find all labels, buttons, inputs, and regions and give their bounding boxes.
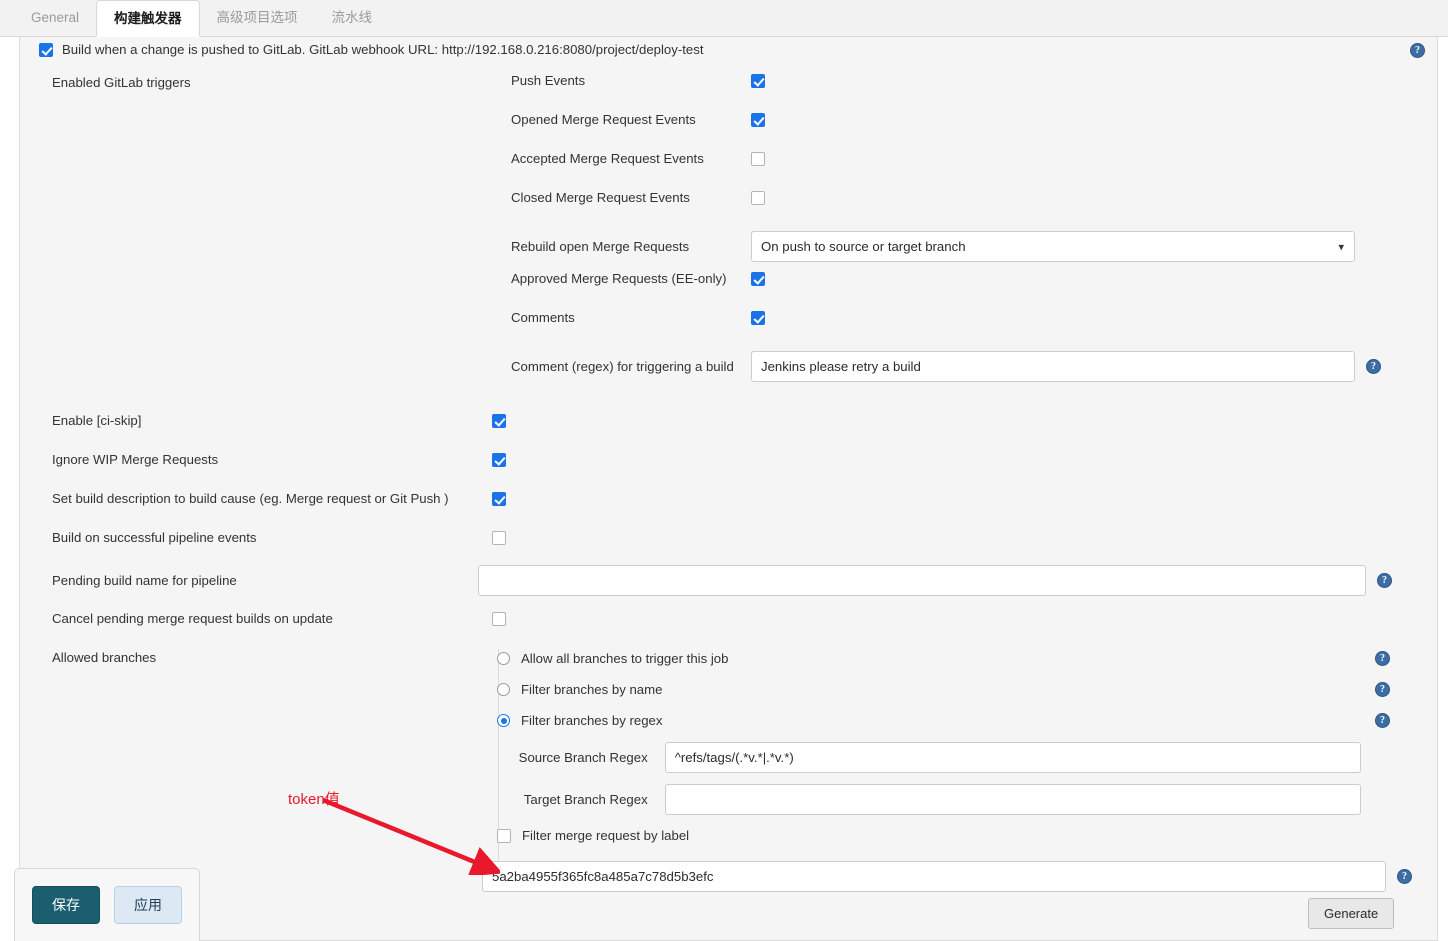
approved-mr-row: Approved Merge Requests (EE-only) [511, 271, 811, 286]
help-icon-comment-regex[interactable]: ? [1366, 359, 1381, 374]
gitlab-trigger-checkbox[interactable] [39, 42, 53, 57]
option-label-build-description: Set build description to build cause (eg… [52, 491, 449, 506]
generate-button[interactable]: Generate [1308, 898, 1395, 929]
annotation-token-label: token值 [288, 791, 340, 808]
comment-regex-label: Comment (regex) for triggering a build [511, 359, 734, 374]
option-row-build-description: Set build description to build cause (eg… [52, 491, 512, 506]
radio-label-filter-by-name: Filter branches by name [521, 682, 663, 697]
cancel-pending-label: Cancel pending merge request builds on u… [52, 611, 333, 626]
help-icon-pending-build[interactable]: ? [1377, 573, 1392, 588]
comment-regex-input[interactable] [751, 351, 1355, 382]
tab-bar: General 构建触发器 高级项目选项 流水线 [0, 0, 1448, 37]
target-branch-regex-row: Target Branch Regex [511, 784, 1361, 815]
rebuild-open-mr-row: Rebuild open Merge Requests On push to s… [511, 231, 1371, 262]
radio-row-filter-by-regex[interactable]: Filter branches by regex [497, 713, 662, 728]
tab-build-triggers[interactable]: 构建触发器 [96, 0, 200, 37]
target-branch-regex-label: Target Branch Regex [523, 792, 648, 807]
approved-mr-label: Approved Merge Requests (EE-only) [511, 271, 727, 286]
save-button[interactable]: 保存 [32, 886, 100, 924]
radio-row-all-branches[interactable]: Allow all branches to trigger this job [497, 651, 728, 666]
cancel-pending-checkbox[interactable] [492, 611, 506, 626]
option-checkbox-pipeline-events[interactable] [492, 530, 506, 545]
option-checkbox-ci-skip[interactable] [492, 413, 506, 428]
event-label-opened-mr: Opened Merge Request Events [511, 112, 696, 127]
event-label-accepted-mr: Accepted Merge Request Events [511, 151, 704, 166]
option-row-pipeline-events: Build on successful pipeline events [52, 530, 512, 545]
target-branch-regex-input[interactable] [664, 784, 1361, 815]
option-label-pipeline-events: Build on successful pipeline events [52, 530, 257, 545]
radio-label-filter-by-regex: Filter branches by regex [521, 713, 663, 728]
help-icon-all-branches[interactable]: ? [1375, 651, 1390, 666]
radio-filter-by-name[interactable] [497, 683, 510, 696]
cancel-pending-row: Cancel pending merge request builds on u… [52, 611, 512, 626]
tab-advanced-project-options[interactable]: 高级项目选项 [200, 0, 315, 36]
option-checkbox-build-description[interactable] [492, 491, 506, 506]
secret-token-input[interactable] [482, 861, 1386, 892]
event-row-opened-mr: Opened Merge Request Events [511, 112, 811, 127]
comment-regex-row: Comment (regex) for triggering a build ? [511, 351, 1401, 382]
allowed-branches-label-text: Allowed branches [52, 650, 157, 665]
generate-button-wrap: Generate [1308, 898, 1395, 929]
event-checkbox-accepted-mr[interactable] [751, 151, 765, 166]
option-row-ignore-wip: Ignore WIP Merge Requests [52, 452, 512, 467]
build-triggers-panel: Build when a change is pushed to GitLab.… [19, 37, 1438, 941]
event-checkbox-push[interactable] [751, 73, 765, 88]
filter-mr-by-label-row: Filter merge request by label [497, 828, 689, 843]
pending-build-label: Pending build name for pipeline [52, 573, 237, 588]
event-checkbox-closed-mr[interactable] [751, 190, 765, 205]
pending-build-input[interactable] [477, 565, 1366, 596]
event-row-closed-mr: Closed Merge Request Events [511, 190, 811, 205]
gitlab-trigger-label: Build when a change is pushed to GitLab.… [62, 42, 704, 57]
comments-label: Comments [511, 310, 575, 325]
filter-mr-by-label-text: Filter merge request by label [522, 828, 690, 843]
event-checkbox-opened-mr[interactable] [751, 112, 765, 127]
event-row-push: Push Events [511, 73, 811, 88]
tab-pipeline[interactable]: 流水线 [315, 0, 390, 36]
option-row-ci-skip: Enable [ci-skip] [52, 413, 512, 428]
enabled-triggers-section-label: Enabled GitLab triggers [52, 75, 191, 90]
gitlab-trigger-enable-row: Build when a change is pushed to GitLab.… [39, 42, 704, 57]
enabled-triggers-label-text: Enabled GitLab triggers [52, 75, 191, 90]
rebuild-open-mr-label: Rebuild open Merge Requests [511, 239, 690, 254]
allowed-branches-section-label: Allowed branches [52, 650, 156, 665]
rebuild-open-mr-select[interactable]: On push to source or target branch [751, 231, 1355, 262]
comments-row: Comments [511, 310, 811, 325]
help-icon-secret-token[interactable]: ? [1397, 869, 1412, 884]
tab-general[interactable]: General [14, 0, 96, 36]
radio-label-all-branches: Allow all branches to trigger this job [521, 651, 729, 666]
filter-mr-by-label-checkbox[interactable] [497, 828, 511, 843]
radio-all-branches[interactable] [497, 652, 510, 665]
pending-build-row: Pending build name for pipeline ? [52, 565, 1392, 596]
comments-checkbox[interactable] [751, 310, 765, 325]
help-icon-filter-by-regex[interactable]: ? [1375, 713, 1390, 728]
option-checkbox-ignore-wip[interactable] [492, 452, 506, 467]
radio-filter-by-regex[interactable] [497, 714, 510, 727]
secret-token-row: ? [482, 861, 1412, 892]
source-branch-regex-row: Source Branch Regex [511, 742, 1361, 773]
option-label-ignore-wip: Ignore WIP Merge Requests [52, 452, 219, 467]
event-label-push: Push Events [511, 73, 586, 88]
source-branch-regex-label: Source Branch Regex [518, 750, 648, 765]
event-label-closed-mr: Closed Merge Request Events [511, 190, 690, 205]
help-icon-gitlab-trigger[interactable]: ? [1410, 43, 1425, 58]
floating-save-bar: 保存 应用 [14, 868, 200, 941]
help-icon-filter-by-name[interactable]: ? [1375, 682, 1390, 697]
option-label-ci-skip: Enable [ci-skip] [52, 413, 142, 428]
radio-row-filter-by-name[interactable]: Filter branches by name [497, 682, 662, 697]
source-branch-regex-input[interactable] [664, 742, 1361, 773]
event-row-accepted-mr: Accepted Merge Request Events [511, 151, 811, 166]
apply-button[interactable]: 应用 [114, 886, 182, 924]
approved-mr-checkbox[interactable] [751, 271, 765, 286]
